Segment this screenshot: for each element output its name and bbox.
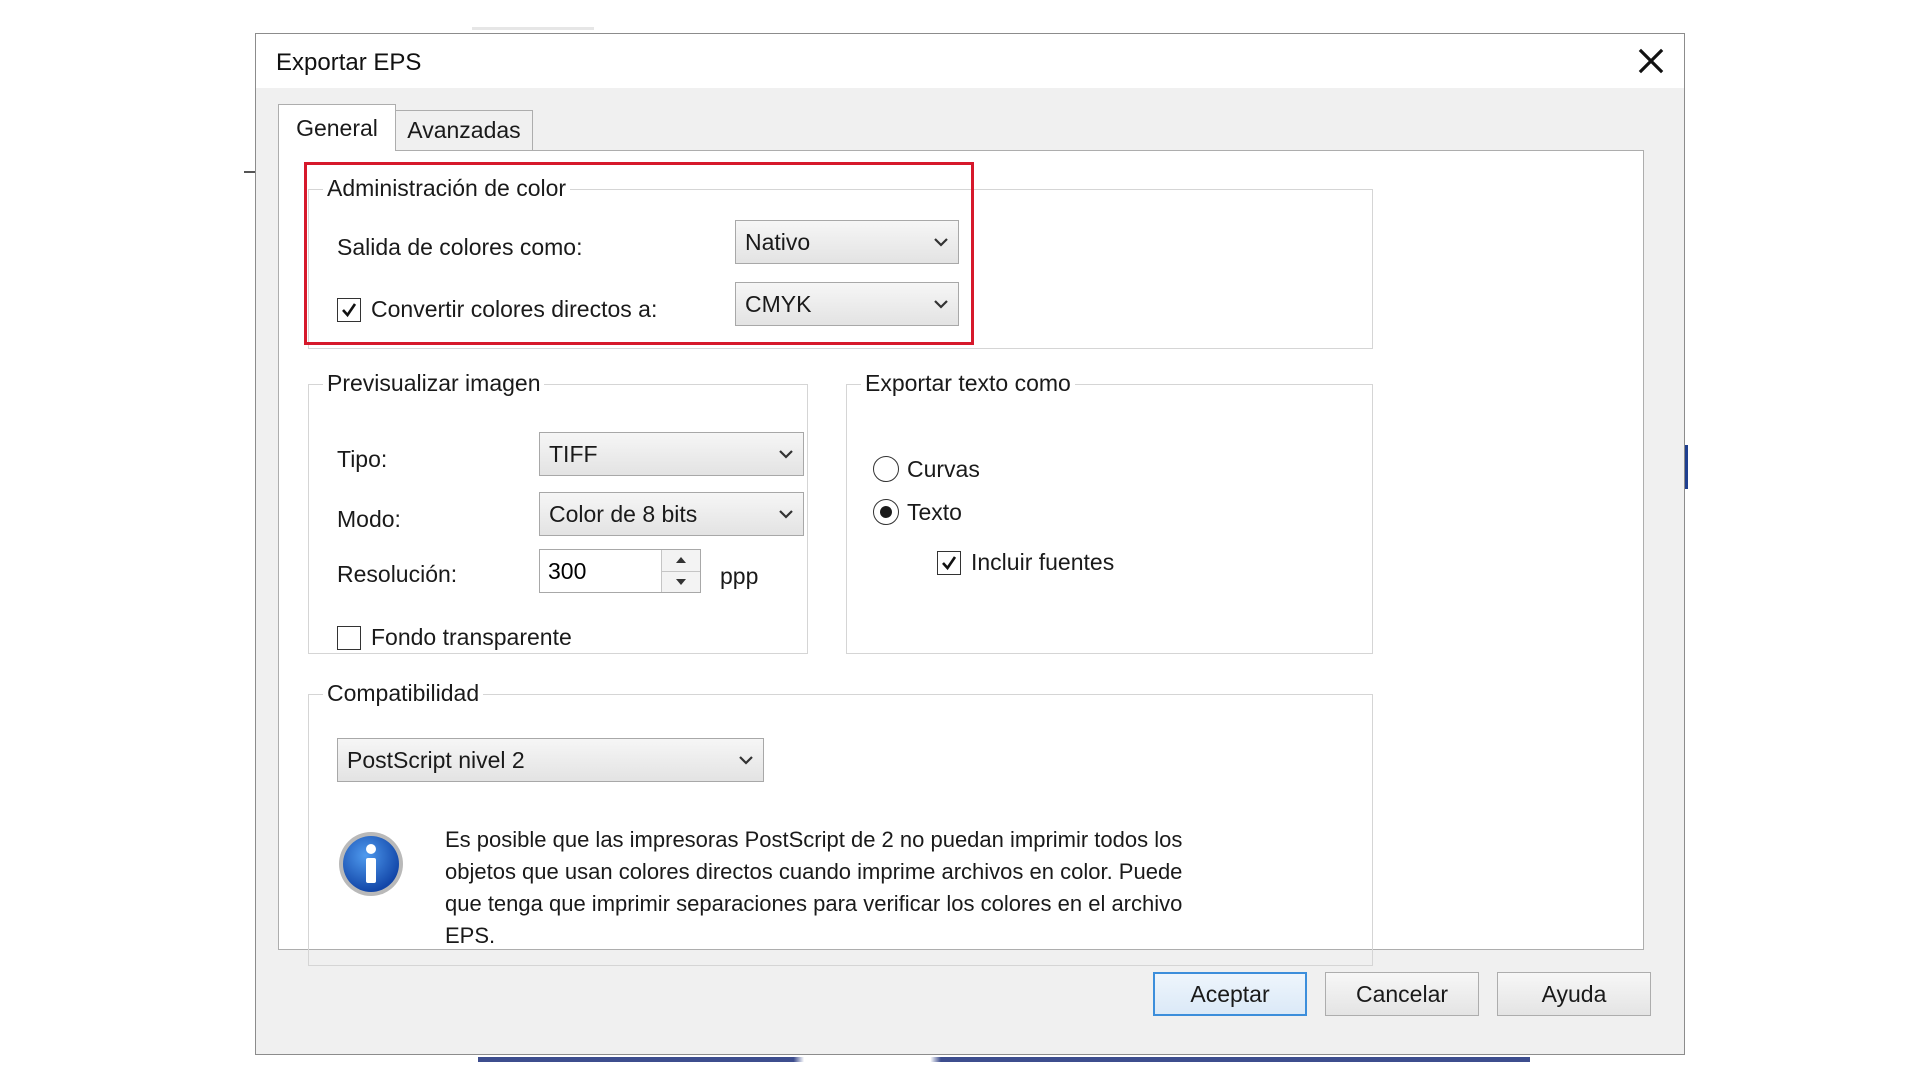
mode-label: Modo:: [337, 506, 401, 532]
chevron-down-icon: [934, 238, 948, 247]
chevron-down-icon: [934, 300, 948, 309]
background-mark: [1685, 445, 1688, 489]
convert-spot-colors-checkbox[interactable]: [337, 298, 361, 322]
resolution-stepper[interactable]: [539, 549, 701, 593]
tab-avanzadas[interactable]: Avanzadas: [396, 110, 533, 150]
close-button[interactable]: [1630, 40, 1672, 82]
transparent-background-checkbox[interactable]: [337, 626, 361, 650]
color-management-legend: Administración de color: [323, 175, 571, 202]
transparent-background-label: Fondo transparente: [371, 624, 572, 650]
include-fonts-checkbox[interactable]: [937, 551, 961, 575]
tab-general-label: General: [296, 114, 378, 141]
chevron-down-icon: [779, 450, 793, 459]
curves-radio[interactable]: [873, 456, 899, 482]
help-button[interactable]: Ayuda: [1497, 972, 1651, 1016]
background-line: [472, 27, 594, 30]
close-icon: [1638, 48, 1664, 74]
output-colors-label: Salida de colores como:: [337, 234, 583, 260]
include-fonts-label: Incluir fuentes: [971, 549, 1115, 575]
arrow-down-icon: [676, 578, 686, 585]
chevron-down-icon: [739, 756, 753, 765]
type-dropdown[interactable]: TIFF: [539, 432, 804, 476]
info-line: EPS.: [445, 923, 496, 948]
cancel-button[interactable]: Cancelar: [1325, 972, 1479, 1016]
background-tick: [244, 171, 255, 173]
output-colors-dropdown[interactable]: Nativo: [735, 220, 959, 264]
export-text-legend: Exportar texto como: [861, 370, 1075, 397]
convert-spot-colors-label: Convertir colores directos a:: [371, 296, 658, 322]
radio-selected-dot: [880, 506, 892, 518]
type-value: TIFF: [549, 440, 598, 467]
resolution-unit: ppp: [720, 563, 759, 589]
background-strip: [478, 1057, 1530, 1062]
mode-value: Color de 8 bits: [549, 500, 698, 527]
compatibility-legend: Compatibilidad: [323, 680, 484, 707]
tab-avanzadas-label: Avanzadas: [407, 117, 521, 143]
mode-dropdown[interactable]: Color de 8 bits: [539, 492, 804, 536]
dialog-title: Exportar EPS: [276, 49, 422, 76]
compatibility-info-text: Es posible que las impresoras PostScript…: [445, 824, 1182, 952]
type-label: Tipo:: [337, 446, 388, 472]
chevron-down-icon: [779, 510, 793, 519]
compatibility-value: PostScript nivel 2: [347, 746, 525, 773]
screen: Exportar EPS General Avanzadas Administr…: [0, 0, 1920, 1080]
info-line: Es posible que las impresoras PostScript…: [445, 827, 1183, 852]
info-line: objetos que usan colores directos cuando…: [445, 859, 1183, 884]
convert-spot-colors-dropdown[interactable]: CMYK: [735, 282, 959, 326]
compatibility-dropdown[interactable]: PostScript nivel 2: [337, 738, 764, 782]
text-radio[interactable]: [873, 499, 899, 525]
preview-image-legend: Previsualizar imagen: [323, 370, 545, 397]
resolution-decrease-button[interactable]: [662, 571, 700, 592]
check-icon: [942, 556, 957, 571]
export-eps-dialog: Exportar EPS General Avanzadas Administr…: [255, 33, 1685, 1055]
resolution-increase-button[interactable]: [662, 550, 700, 572]
info-line: que tenga que imprimir separaciones para…: [445, 891, 1183, 916]
text-label: Texto: [907, 499, 962, 525]
info-icon: [339, 832, 403, 896]
resolution-input[interactable]: [540, 550, 661, 592]
arrow-up-icon: [676, 557, 686, 564]
resolution-label: Resolución:: [337, 561, 458, 587]
tab-general[interactable]: General: [278, 104, 396, 151]
output-colors-value: Nativo: [745, 228, 811, 255]
convert-spot-colors-value: CMYK: [745, 290, 812, 317]
curves-label: Curvas: [907, 456, 980, 482]
title-bar: Exportar EPS: [256, 34, 1684, 88]
ok-button[interactable]: Aceptar: [1153, 972, 1307, 1016]
check-icon: [342, 303, 357, 318]
